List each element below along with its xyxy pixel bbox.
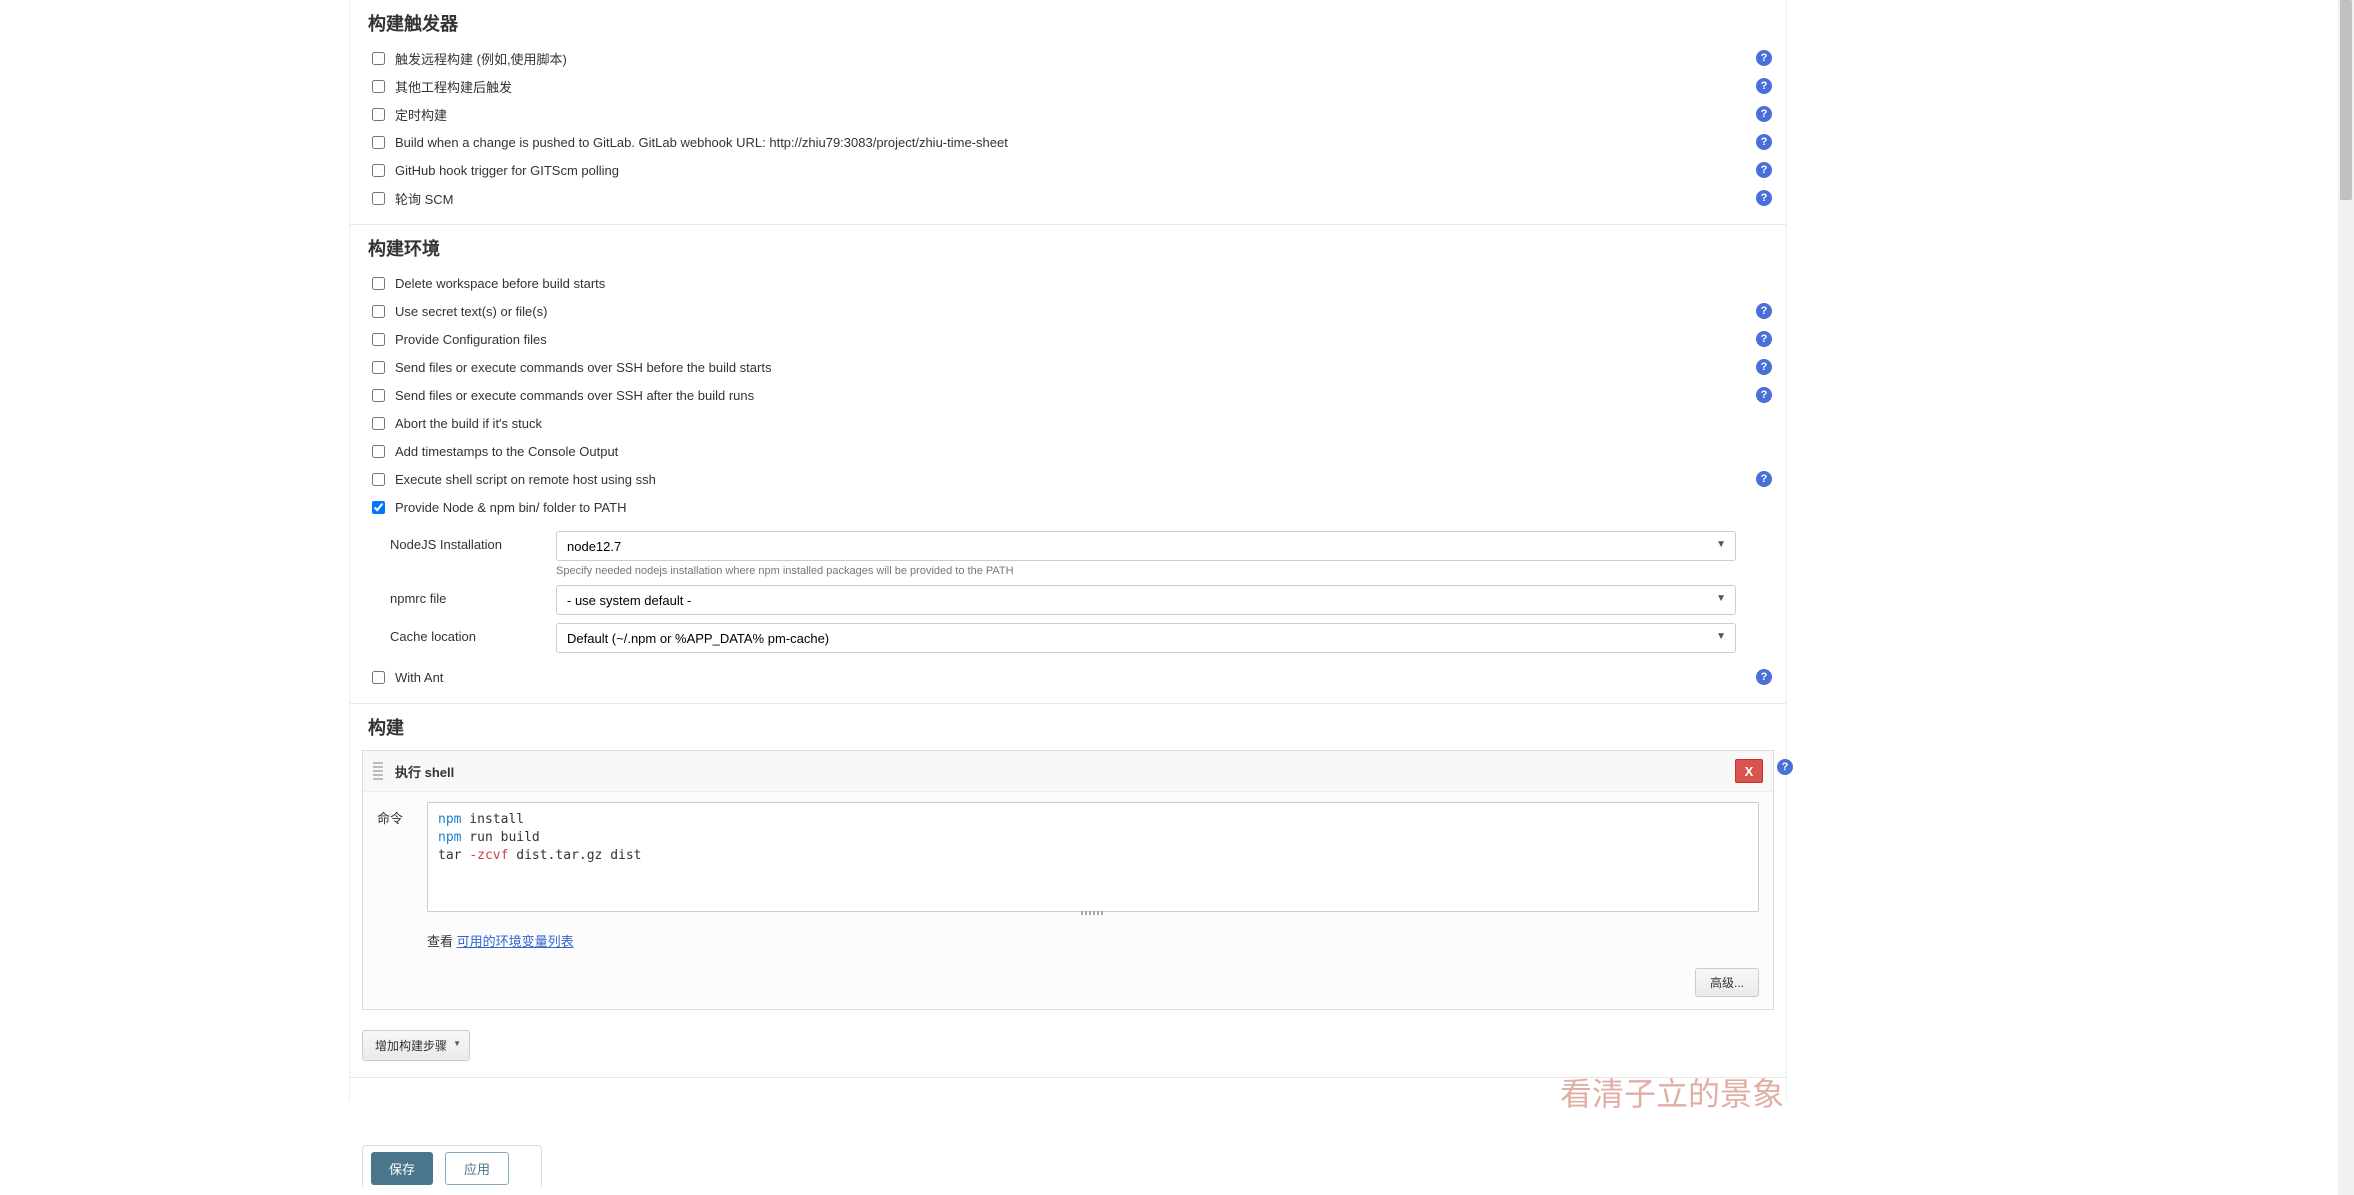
- nodejs-install-label: NodeJS Installation: [386, 531, 556, 552]
- trigger-checkbox[interactable]: [372, 80, 385, 93]
- env-label: Provide Configuration files: [395, 332, 1756, 347]
- config-panel: 构建触发器 触发远程构建 (例如,使用脚本)?其他工程构建后触发?定时构建?Bu…: [349, 0, 1787, 1101]
- env-label: Delete workspace before build starts: [395, 276, 1778, 291]
- with-ant-row: With Ant ?: [350, 663, 1786, 691]
- footer-actions: 保存 应用: [362, 1145, 542, 1187]
- env-checkbox[interactable]: [372, 361, 385, 374]
- env-label: Send files or execute commands over SSH …: [395, 388, 1756, 403]
- env-row: Send files or execute commands over SSH …: [350, 381, 1786, 409]
- trigger-row: 其他工程构建后触发?: [350, 72, 1786, 100]
- help-icon[interactable]: ?: [1756, 78, 1772, 94]
- help-icon[interactable]: ?: [1756, 387, 1772, 403]
- look-label: 查看: [427, 934, 457, 949]
- env-row: Abort the build if it's stuck: [350, 409, 1786, 437]
- remove-step-button[interactable]: X: [1735, 759, 1763, 783]
- env-checkbox[interactable]: [372, 473, 385, 486]
- help-icon[interactable]: ?: [1756, 359, 1772, 375]
- env-row: Execute shell script on remote host usin…: [350, 465, 1786, 493]
- trigger-row: 轮询 SCM?: [350, 184, 1786, 212]
- nodejs-install-hint: Specify needed nodejs installation where…: [556, 565, 1736, 577]
- with-ant-checkbox[interactable]: [372, 671, 385, 684]
- build-step-shell: 执行 shell X ? 命令 npm install npm run buil…: [362, 750, 1774, 1010]
- trigger-label: 其他工程构建后触发: [395, 77, 1756, 96]
- env-row: Use secret text(s) or file(s)?: [350, 297, 1786, 325]
- env-row: Delete workspace before build starts: [350, 269, 1786, 297]
- advanced-button[interactable]: 高级...: [1695, 968, 1759, 997]
- drag-handle-icon[interactable]: [373, 762, 383, 780]
- env-checkbox[interactable]: [372, 305, 385, 318]
- command-label: 命令: [377, 802, 427, 827]
- help-icon[interactable]: ?: [1756, 134, 1772, 150]
- help-icon[interactable]: ?: [1756, 106, 1772, 122]
- help-icon[interactable]: ?: [1756, 669, 1772, 685]
- nodejs-install-select[interactable]: node12.7: [556, 531, 1736, 561]
- textarea-resize-handle[interactable]: [427, 911, 1759, 917]
- trigger-checkbox[interactable]: [372, 192, 385, 205]
- build-step-title: 执行 shell: [395, 762, 1735, 781]
- env-checkbox[interactable]: [372, 333, 385, 346]
- trigger-label: Build when a change is pushed to GitLab.…: [395, 135, 1756, 150]
- npmrc-select[interactable]: - use system default -: [556, 585, 1736, 615]
- trigger-label: 轮询 SCM: [395, 189, 1756, 208]
- env-label: Abort the build if it's stuck: [395, 416, 1778, 431]
- env-checkbox[interactable]: [372, 417, 385, 430]
- help-icon[interactable]: ?: [1756, 303, 1772, 319]
- env-checkbox[interactable]: [372, 389, 385, 402]
- cache-label: Cache location: [386, 623, 556, 644]
- trigger-label: 定时构建: [395, 105, 1756, 124]
- env-label: Send files or execute commands over SSH …: [395, 360, 1756, 375]
- scrollbar-track[interactable]: [2338, 0, 2354, 1195]
- section-build: 构建 执行 shell X ? 命令 npm install npm run b…: [350, 704, 1786, 1101]
- add-build-step-dropdown[interactable]: 增加构建步骤: [362, 1030, 470, 1061]
- trigger-checkbox[interactable]: [372, 108, 385, 121]
- env-row: Provide Node & npm bin/ folder to PATH: [350, 493, 1786, 521]
- env-label: Execute shell script on remote host usin…: [395, 472, 1756, 487]
- trigger-row: GitHub hook trigger for GITScm polling?: [350, 156, 1786, 184]
- section-title-env: 构建环境: [368, 235, 1786, 261]
- trigger-label: 触发远程构建 (例如,使用脚本): [395, 49, 1756, 68]
- cache-select[interactable]: Default (~/.npm or %APP_DATA% pm-cache): [556, 623, 1736, 653]
- trigger-checkbox[interactable]: [372, 136, 385, 149]
- help-icon[interactable]: ?: [1777, 759, 1793, 775]
- help-icon[interactable]: ?: [1756, 331, 1772, 347]
- apply-button[interactable]: 应用: [445, 1152, 509, 1185]
- env-label: Add timestamps to the Console Output: [395, 444, 1778, 459]
- help-icon[interactable]: ?: [1756, 471, 1772, 487]
- trigger-label: GitHub hook trigger for GITScm polling: [395, 163, 1756, 178]
- env-row: Add timestamps to the Console Output: [350, 437, 1786, 465]
- save-button[interactable]: 保存: [371, 1152, 433, 1185]
- npmrc-label: npmrc file: [386, 585, 556, 606]
- env-row: Send files or execute commands over SSH …: [350, 353, 1786, 381]
- trigger-row: Build when a change is pushed to GitLab.…: [350, 128, 1786, 156]
- trigger-row: 定时构建?: [350, 100, 1786, 128]
- env-vars-link[interactable]: 可用的环境变量列表: [457, 934, 574, 949]
- with-ant-label: With Ant: [395, 670, 1756, 685]
- section-build-triggers: 构建触发器 触发远程构建 (例如,使用脚本)?其他工程构建后触发?定时构建?Bu…: [350, 0, 1786, 225]
- trigger-row: 触发远程构建 (例如,使用脚本)?: [350, 44, 1786, 72]
- env-checkbox[interactable]: [372, 501, 385, 514]
- env-label: Use secret text(s) or file(s): [395, 304, 1756, 319]
- trigger-checkbox[interactable]: [372, 164, 385, 177]
- help-icon[interactable]: ?: [1756, 162, 1772, 178]
- env-row: Provide Configuration files?: [350, 325, 1786, 353]
- section-title-build: 构建: [368, 714, 1786, 740]
- section-title-triggers: 构建触发器: [368, 10, 1786, 36]
- trigger-checkbox[interactable]: [372, 52, 385, 65]
- shell-command-textarea[interactable]: npm install npm run build tar -zcvf dist…: [427, 802, 1759, 912]
- section-build-environment: 构建环境 Delete workspace before build start…: [350, 225, 1786, 704]
- help-icon[interactable]: ?: [1756, 50, 1772, 66]
- nodejs-settings: NodeJS Installation node12.7 Specify nee…: [386, 521, 1786, 663]
- scrollbar-thumb[interactable]: [2340, 0, 2352, 200]
- env-checkbox[interactable]: [372, 277, 385, 290]
- env-label: Provide Node & npm bin/ folder to PATH: [395, 500, 1778, 515]
- help-icon[interactable]: ?: [1756, 190, 1772, 206]
- env-checkbox[interactable]: [372, 445, 385, 458]
